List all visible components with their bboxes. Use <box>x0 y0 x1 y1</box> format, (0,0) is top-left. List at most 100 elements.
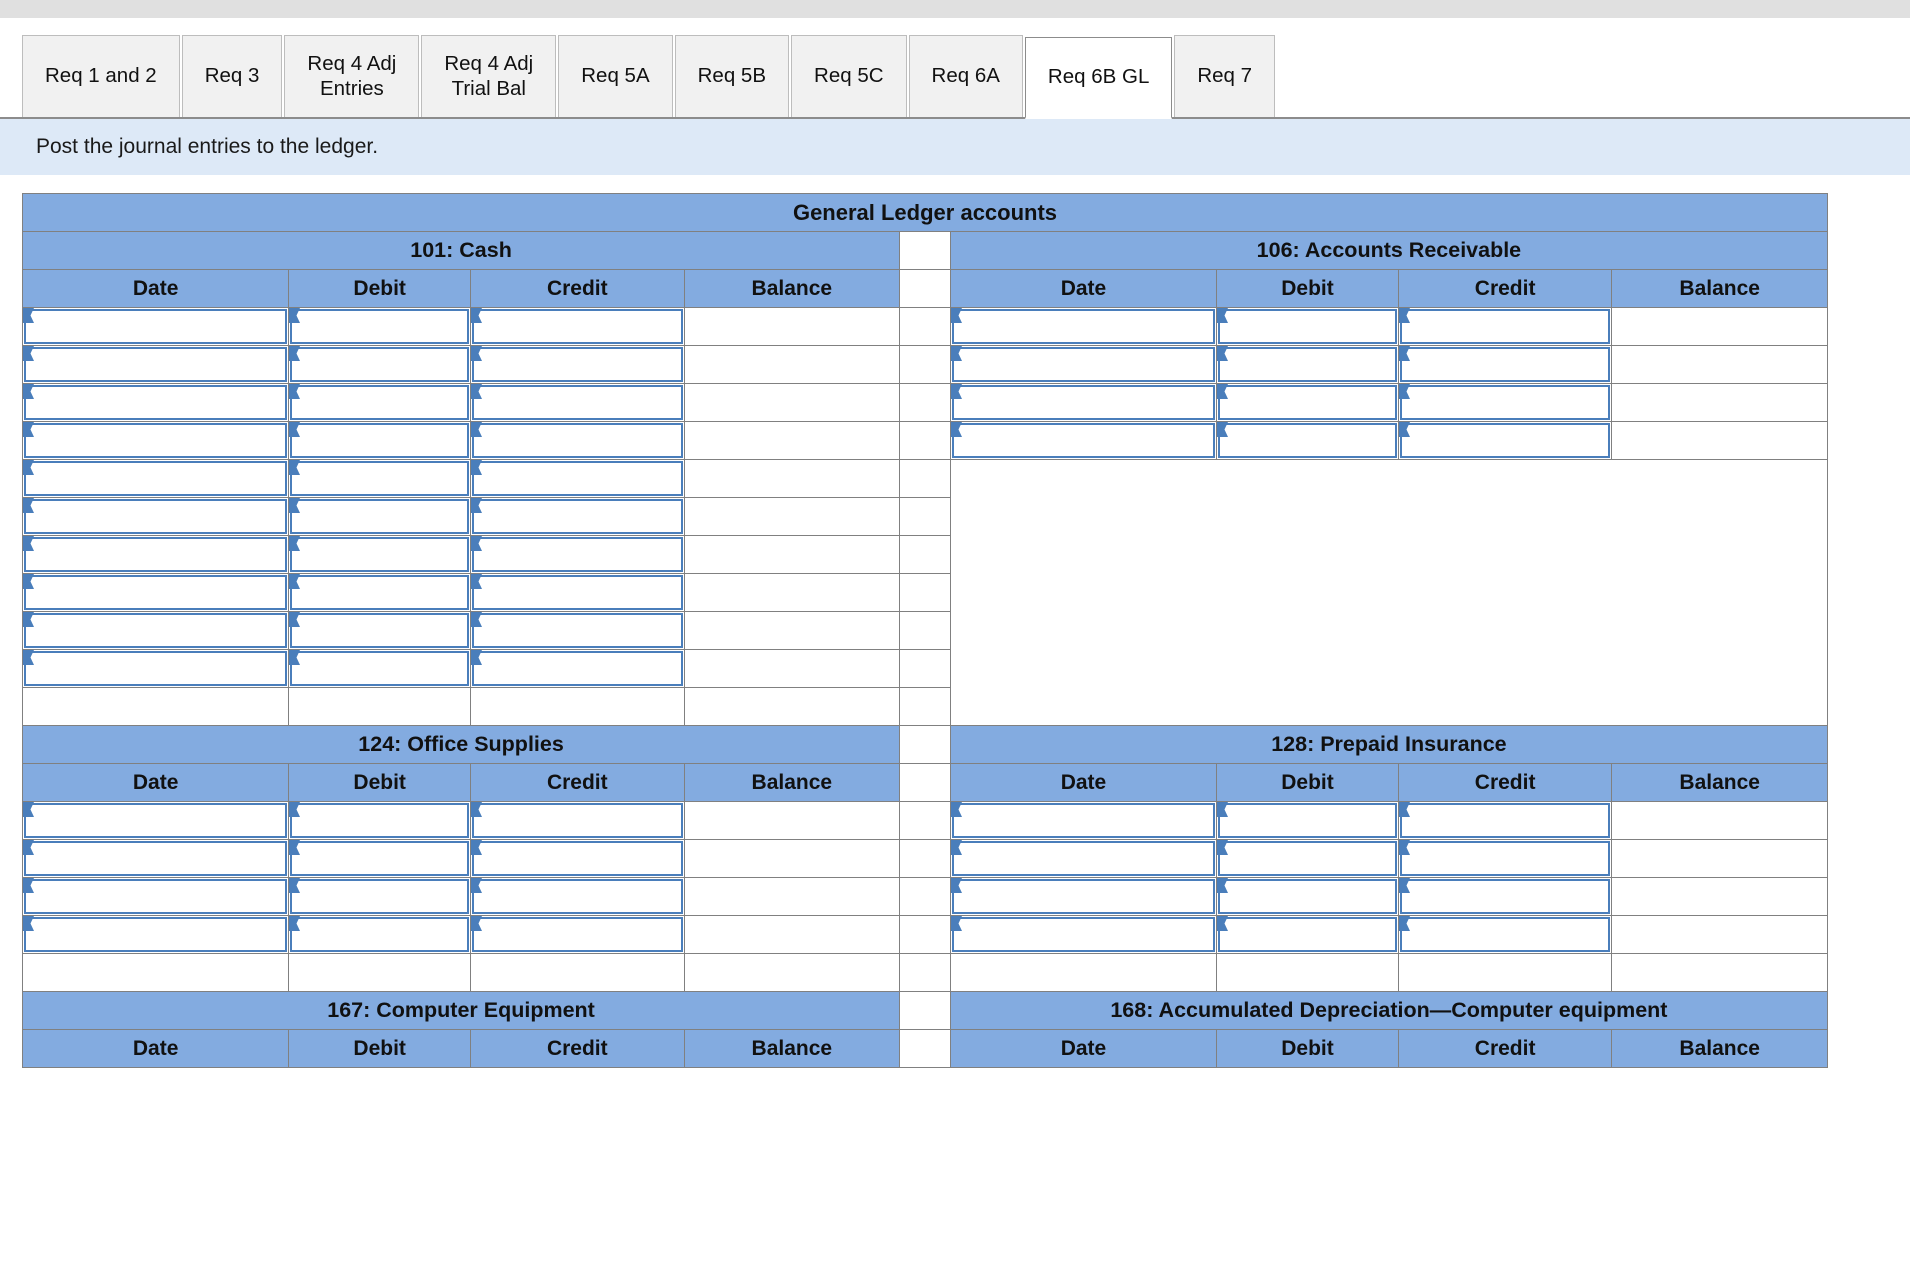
debit-cell-right[interactable] <box>1216 383 1399 422</box>
input-box[interactable] <box>1218 309 1397 344</box>
credit-cell-right[interactable] <box>1397 307 1613 346</box>
date-cell-left[interactable] <box>21 345 290 384</box>
date-cell-left[interactable] <box>21 307 290 346</box>
input-box[interactable] <box>472 347 683 382</box>
input-box[interactable] <box>951 309 1216 344</box>
credit-cell-left[interactable] <box>470 421 685 460</box>
input-box[interactable] <box>290 651 470 686</box>
input-box[interactable] <box>472 499 683 534</box>
credit-cell-left[interactable] <box>470 383 685 422</box>
input-box[interactable] <box>951 423 1216 458</box>
input-box[interactable] <box>472 917 683 952</box>
debit-cell-left[interactable] <box>288 649 472 688</box>
debit-cell-left[interactable] <box>288 611 472 650</box>
debit-cell-left[interactable] <box>288 839 472 878</box>
input-box[interactable] <box>290 423 470 458</box>
input-box[interactable] <box>951 879 1216 914</box>
credit-cell-right[interactable] <box>1397 915 1613 954</box>
credit-cell-left[interactable] <box>470 535 685 574</box>
input-box[interactable] <box>951 385 1216 420</box>
debit-cell-right[interactable] <box>1216 307 1399 346</box>
input-box[interactable] <box>290 575 470 610</box>
credit-cell-right[interactable] <box>1397 877 1613 916</box>
input-box[interactable] <box>1399 423 1611 458</box>
debit-cell-left[interactable] <box>288 345 472 384</box>
date-cell-left[interactable] <box>21 877 290 916</box>
input-box[interactable] <box>1218 841 1397 876</box>
input-box[interactable] <box>290 461 470 496</box>
credit-cell-left[interactable] <box>470 915 685 954</box>
credit-cell-left[interactable] <box>470 649 685 688</box>
input-box[interactable] <box>472 879 683 914</box>
input-box[interactable] <box>1399 803 1611 838</box>
input-box[interactable] <box>290 917 470 952</box>
input-box[interactable] <box>24 499 288 534</box>
input-box[interactable] <box>951 917 1216 952</box>
tab-req-5a[interactable]: Req 5A <box>558 35 673 117</box>
input-box[interactable] <box>472 651 683 686</box>
date-cell-right[interactable] <box>949 877 1218 916</box>
input-box[interactable] <box>24 651 288 686</box>
input-box[interactable] <box>472 537 683 572</box>
debit-cell-right[interactable] <box>1216 345 1399 384</box>
input-box[interactable] <box>951 347 1216 382</box>
input-box[interactable] <box>1218 803 1397 838</box>
input-box[interactable] <box>472 841 683 876</box>
debit-cell-left[interactable] <box>288 459 472 498</box>
input-box[interactable] <box>1399 385 1611 420</box>
debit-cell-right[interactable] <box>1216 877 1399 916</box>
input-box[interactable] <box>24 575 288 610</box>
input-box[interactable] <box>1218 385 1397 420</box>
debit-cell-left[interactable] <box>288 307 472 346</box>
input-box[interactable] <box>24 461 288 496</box>
date-cell-right[interactable] <box>949 345 1218 384</box>
input-box[interactable] <box>290 385 470 420</box>
date-cell-right[interactable] <box>949 915 1218 954</box>
input-box[interactable] <box>1399 917 1611 952</box>
credit-cell-left[interactable] <box>470 345 685 384</box>
input-box[interactable] <box>1399 879 1611 914</box>
input-box[interactable] <box>951 841 1216 876</box>
input-box[interactable] <box>24 841 288 876</box>
date-cell-left[interactable] <box>21 421 290 460</box>
tab-req-5b[interactable]: Req 5B <box>674 35 790 117</box>
tab-req-4-adj-trial-bal[interactable]: Req 4 Adj Trial Bal <box>421 35 557 117</box>
input-box[interactable] <box>290 309 470 344</box>
debit-cell-left[interactable] <box>288 383 472 422</box>
credit-cell-right[interactable] <box>1397 421 1613 460</box>
date-cell-left[interactable] <box>21 459 290 498</box>
input-box[interactable] <box>24 917 288 952</box>
date-cell-right[interactable] <box>949 307 1218 346</box>
tab-req-1-and-2[interactable]: Req 1 and 2 <box>22 35 180 117</box>
credit-cell-left[interactable] <box>470 801 685 840</box>
input-box[interactable] <box>951 803 1216 838</box>
date-cell-right[interactable] <box>949 421 1218 460</box>
date-cell-left[interactable] <box>21 915 290 954</box>
input-box[interactable] <box>290 347 470 382</box>
tab-req-6a[interactable]: Req 6A <box>908 35 1023 117</box>
input-box[interactable] <box>24 347 288 382</box>
debit-cell-left[interactable] <box>288 497 472 536</box>
date-cell-left[interactable] <box>21 649 290 688</box>
input-box[interactable] <box>472 385 683 420</box>
date-cell-right[interactable] <box>949 839 1218 878</box>
date-cell-left[interactable] <box>21 801 290 840</box>
date-cell-right[interactable] <box>949 801 1218 840</box>
tab-req-4-adj-entries[interactable]: Req 4 Adj Entries <box>284 35 420 117</box>
input-box[interactable] <box>1399 347 1611 382</box>
input-box[interactable] <box>24 803 288 838</box>
debit-cell-left[interactable] <box>288 801 472 840</box>
input-box[interactable] <box>290 879 470 914</box>
input-box[interactable] <box>1218 917 1397 952</box>
input-box[interactable] <box>472 309 683 344</box>
input-box[interactable] <box>1218 423 1397 458</box>
input-box[interactable] <box>24 613 288 648</box>
input-box[interactable] <box>1399 309 1611 344</box>
credit-cell-right[interactable] <box>1397 345 1613 384</box>
date-cell-left[interactable] <box>21 383 290 422</box>
credit-cell-right[interactable] <box>1397 839 1613 878</box>
date-cell-left[interactable] <box>21 839 290 878</box>
credit-cell-left[interactable] <box>470 307 685 346</box>
credit-cell-right[interactable] <box>1397 383 1613 422</box>
debit-cell-left[interactable] <box>288 877 472 916</box>
